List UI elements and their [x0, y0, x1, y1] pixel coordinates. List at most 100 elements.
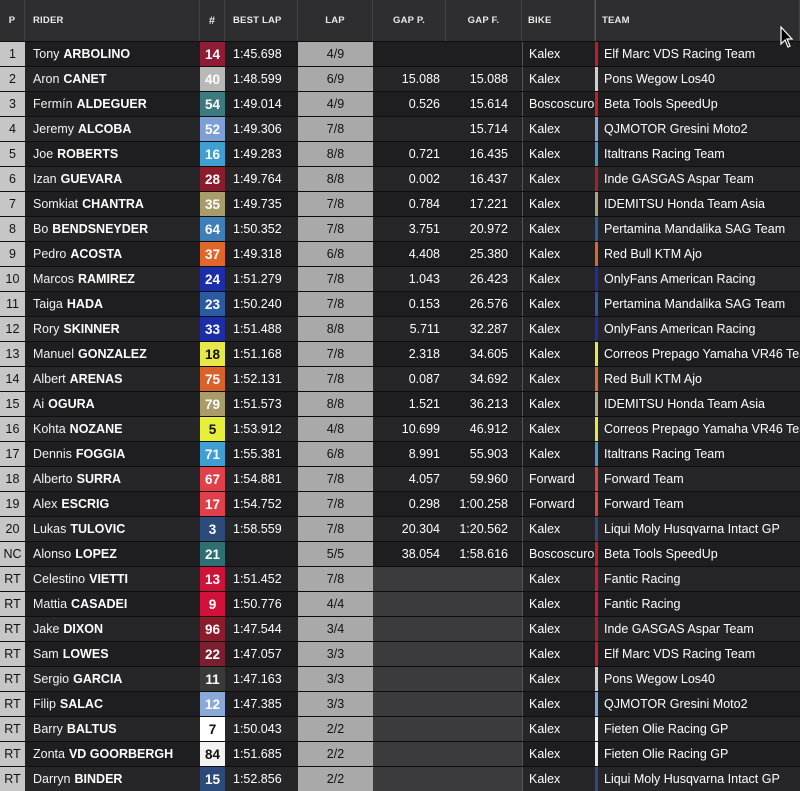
rider-cell[interactable]: Taiga HADA [25, 292, 200, 316]
rider-cell[interactable]: Manuel GONZALEZ [25, 342, 200, 366]
rider-last-name: SKINNER [63, 322, 120, 336]
team-cell: Italtrans Racing Team [595, 442, 800, 466]
table-row[interactable]: 13 Manuel GONZALEZ 18 1:51.168 7/8 2.318 34.605… [0, 341, 800, 366]
rider-number-badge: 11 [200, 667, 225, 691]
rider-cell[interactable]: Aron CANET [25, 67, 200, 91]
rider-first-name: Aron [33, 72, 60, 86]
rider-cell[interactable]: Tony ARBOLINO [25, 42, 200, 66]
table-row[interactable]: 14 Albert ARENAS 75 1:52.131 7/8 0.087 34.692 Ka… [0, 366, 800, 391]
bike-cell: Kalex [522, 217, 595, 241]
rider-cell[interactable]: Izan GUEVARA [25, 167, 200, 191]
rider-cell[interactable]: Darryn BINDER [25, 767, 200, 791]
position-cell: 8 [0, 217, 25, 241]
table-row[interactable]: 11 Taiga HADA 23 1:50.240 7/8 0.153 26.576 Kalex… [0, 291, 800, 316]
rider-number-badge: 67 [200, 467, 225, 491]
rider-number: 64 [204, 221, 221, 237]
rider-cell[interactable]: Fermín ALDEGUER [25, 92, 200, 116]
rider-cell[interactable]: Alberto SURRA [25, 467, 200, 491]
rider-first-name: Alberto [33, 472, 73, 486]
table-row[interactable]: 15 Ai OGURA 79 1:51.573 8/8 1.521 36.213 Kalex ID… [0, 391, 800, 416]
table-row[interactable]: 5 Joe ROBERTS 16 1:49.283 8/8 0.721 16.435 Kalex… [0, 141, 800, 166]
team-cell: Fantic Racing [595, 592, 800, 616]
rider-cell[interactable]: Filip SALAC [25, 692, 200, 716]
rider-number-badge: 84 [200, 742, 225, 766]
rider-cell[interactable]: Joe ROBERTS [25, 142, 200, 166]
rider-last-name: CASADEI [71, 597, 128, 611]
header-team[interactable]: TEAM [595, 0, 800, 41]
rider-cell[interactable]: Somkiat CHANTRA [25, 192, 200, 216]
table-row[interactable]: 18 Alberto SURRA 67 1:54.881 7/8 4.057 59.960 Fo… [0, 466, 800, 491]
rider-number-badge: 71 [200, 442, 225, 466]
header-pos[interactable]: P [0, 0, 25, 41]
header-gap-prev[interactable]: GAP P. [373, 0, 446, 41]
rider-cell[interactable]: Dennis FOGGIA [25, 442, 200, 466]
table-row[interactable]: 2 Aron CANET 40 1:48.599 6/9 15.088 15.088 Kalex… [0, 66, 800, 91]
table-row[interactable]: 9 Pedro ACOSTA 37 1:49.318 6/8 4.408 25.380 Kale… [0, 241, 800, 266]
header-bike[interactable]: BIKE [522, 0, 595, 41]
table-row[interactable]: RT Barry BALTUS 7 1:50.043 2/2 Kalex Fieten Oli… [0, 716, 800, 741]
table-row[interactable]: NC Alonso LOPEZ 21 5/5 38.054 1:58.616 Boscoscu… [0, 541, 800, 566]
rider-cell[interactable]: Jeremy ALCOBA [25, 117, 200, 141]
table-row[interactable]: RT Jake DIXON 96 1:47.544 3/4 Kalex Inde GASGAS… [0, 616, 800, 641]
header-number[interactable]: # [200, 0, 225, 41]
gap-prev-cell [373, 42, 446, 66]
rider-cell[interactable]: Bo BENDSNEYDER [25, 217, 200, 241]
rider-last-name: SURRA [76, 472, 122, 486]
bike-cell: Boscoscuro [522, 542, 595, 566]
header-lap[interactable]: LAP [298, 0, 373, 41]
rider-cell[interactable]: Celestino VIETTI [25, 567, 200, 591]
rider-cell[interactable]: Zonta VD GOORBERGH [25, 742, 200, 766]
position-cell: 4 [0, 117, 25, 141]
rider-first-name: Jake [33, 622, 60, 636]
position-cell: RT [0, 617, 25, 641]
rider-cell[interactable]: Sam LOWES [25, 642, 200, 666]
table-row[interactable]: 7 Somkiat CHANTRA 35 1:49.735 7/8 0.784 17.221 K… [0, 191, 800, 216]
table-row[interactable]: RT Sergio GARCIA 11 1:47.163 3/3 Kalex Pons Weg… [0, 666, 800, 691]
table-row[interactable]: RT Mattia CASADEI 9 1:50.776 4/4 Kalex Fantic R… [0, 591, 800, 616]
rider-cell[interactable]: Mattia CASADEI [25, 592, 200, 616]
gap-prev-cell: 2.318 [373, 342, 446, 366]
table-row[interactable]: RT Filip SALAC 12 1:47.385 3/3 Kalex QJMOTOR Gr… [0, 691, 800, 716]
rider-cell[interactable]: Jake DIXON [25, 617, 200, 641]
table-row[interactable]: 12 Rory SKINNER 33 1:51.488 8/8 5.711 32.287 Kal… [0, 316, 800, 341]
gap-first-cell [446, 642, 522, 666]
table-row[interactable]: RT Darryn BINDER 15 1:52.856 2/2 Kalex Liqui Mo… [0, 766, 800, 791]
lap-cell: 3/3 [298, 667, 373, 691]
table-row[interactable]: 16 Kohta NOZANE 5 1:53.912 4/8 10.699 46.912 Kal… [0, 416, 800, 441]
team-cell: Correos Prepago Yamaha VR46 Tean [595, 417, 800, 441]
table-row[interactable]: 19 Alex ESCRIG 17 1:54.752 7/8 0.298 1:00.258 Fo… [0, 491, 800, 516]
table-row[interactable]: 10 Marcos RAMIREZ 24 1:51.279 7/8 1.043 26.423 K… [0, 266, 800, 291]
lap-cell: 2/2 [298, 742, 373, 766]
rider-last-name: CHANTRA [82, 197, 144, 211]
position-cell: 1 [0, 42, 25, 66]
rider-cell[interactable]: Barry BALTUS [25, 717, 200, 741]
rider-cell[interactable]: Marcos RAMIREZ [25, 267, 200, 291]
rider-number-badge: 3 [200, 517, 225, 541]
rider-cell[interactable]: Ai OGURA [25, 392, 200, 416]
rider-cell[interactable]: Pedro ACOSTA [25, 242, 200, 266]
table-row[interactable]: 1 Tony ARBOLINO 14 1:45.698 4/9 Kalex Elf Marc … [0, 41, 800, 66]
rider-cell[interactable]: Lukas TULOVIC [25, 517, 200, 541]
table-row[interactable]: RT Sam LOWES 22 1:47.057 3/3 Kalex Elf Marc VDS… [0, 641, 800, 666]
rider-first-name: Alonso [33, 547, 72, 561]
rider-cell[interactable]: Albert ARENAS [25, 367, 200, 391]
rider-cell[interactable]: Rory SKINNER [25, 317, 200, 341]
rider-first-name: Izan [33, 172, 57, 186]
rider-cell[interactable]: Sergio GARCIA [25, 667, 200, 691]
position-cell: 18 [0, 467, 25, 491]
table-row[interactable]: 6 Izan GUEVARA 28 1:49.764 8/8 0.002 16.437 Kale… [0, 166, 800, 191]
table-row[interactable]: 17 Dennis FOGGIA 71 1:55.381 6/8 8.991 55.903 Ka… [0, 441, 800, 466]
header-gap-first[interactable]: GAP F. [446, 0, 522, 41]
table-row[interactable]: 3 Fermín ALDEGUER 54 1:49.014 4/9 0.526 15.614 B… [0, 91, 800, 116]
table-row[interactable]: RT Zonta VD GOORBERGH 84 1:51.685 2/2 Kalex Fie… [0, 741, 800, 766]
table-row[interactable]: 20 Lukas TULOVIC 3 1:58.559 7/8 20.304 1:20.562… [0, 516, 800, 541]
rider-cell[interactable]: Alex ESCRIG [25, 492, 200, 516]
table-row[interactable]: RT Celestino VIETTI 13 1:51.452 7/8 Kalex Fanti… [0, 566, 800, 591]
header-best-lap[interactable]: BEST LAP [225, 0, 298, 41]
rider-cell[interactable]: Kohta NOZANE [25, 417, 200, 441]
rider-cell[interactable]: Alonso LOPEZ [25, 542, 200, 566]
table-row[interactable]: 4 Jeremy ALCOBA 52 1:49.306 7/8 15.714 Kalex QJM… [0, 116, 800, 141]
table-row[interactable]: 8 Bo BENDSNEYDER 64 1:50.352 7/8 3.751 20.972 Ka… [0, 216, 800, 241]
header-rider[interactable]: RIDER [25, 0, 200, 41]
rider-last-name: ACOSTA [70, 247, 123, 261]
